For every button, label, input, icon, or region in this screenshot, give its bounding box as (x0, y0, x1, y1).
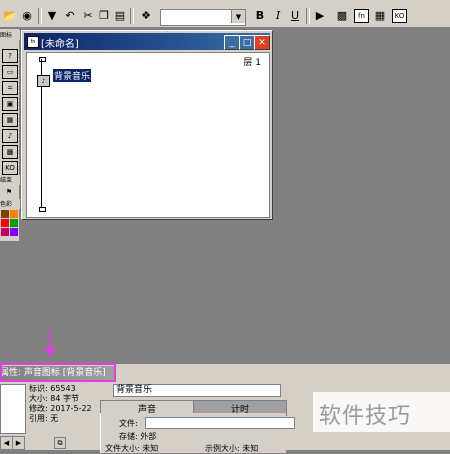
undo-icon[interactable]: ↶ (62, 7, 78, 23)
paste-icon[interactable]: ▤ (112, 7, 128, 23)
storage-label: 存储: 外部 (119, 432, 157, 441)
icon-modified: 修改: 2017-5-22 (29, 404, 92, 413)
palette-header: 图标 (0, 30, 20, 40)
icon-info: 标识: 65543 大小: 84 字节 修改: 2017-5-22 引用: 无 (29, 384, 99, 424)
flowline-end (39, 207, 46, 212)
movie-icon[interactable]: ▦ (2, 113, 18, 127)
color-label: 色彩 (0, 199, 20, 209)
annotation-highlight-box (0, 363, 116, 382)
file-size-label: 文件大小: 未知 (105, 444, 159, 453)
font-select[interactable]: ▼ (160, 9, 246, 26)
run-icon[interactable]: ▶ (312, 7, 328, 23)
decision-icon[interactable]: ? (2, 49, 18, 63)
flag-icon[interactable]: ⚑ (2, 186, 16, 198)
layer-label: 层 1 (243, 58, 261, 68)
knowledge-icon[interactable]: KO (392, 9, 407, 23)
close-icon[interactable]: ✕ (254, 35, 270, 50)
icon-id: 标识: 65543 (29, 384, 76, 393)
toolbar-separator (130, 8, 134, 24)
variables-icon[interactable]: ▦ (372, 7, 388, 23)
flowline-canvas[interactable]: 层 1 ♪ 背景音乐 (26, 52, 270, 218)
bold-button[interactable]: B (252, 7, 268, 23)
toolbar-separator (306, 8, 310, 24)
icon-palette: 图标 ? ▭ = ▣ ▦ ♪ ▩ KO 结束 ⚑ 色彩 (0, 29, 20, 241)
find-icon[interactable]: ❖ (138, 7, 154, 23)
functions-icon[interactable]: fn (354, 9, 369, 23)
interaction-icon[interactable]: ▭ (2, 65, 18, 79)
color-swatch[interactable] (1, 210, 9, 218)
end-label: 结束 (0, 175, 20, 185)
scroll-right-icon[interactable]: ▶ (12, 436, 25, 450)
sound-tool-icon[interactable]: ♪ (2, 129, 18, 143)
calculation-icon[interactable]: = (2, 81, 18, 95)
sample-size-label: 示例大小: 未知 (205, 444, 259, 453)
color-swatch[interactable] (1, 228, 9, 236)
minimize-icon[interactable]: _ (224, 35, 240, 50)
flowline-window: fn [未命名] _ □ ✕ 层 1 ♪ 背景音乐 (21, 30, 273, 220)
watermark-text: 软件技巧 (319, 404, 412, 429)
video-icon[interactable]: ▩ (2, 145, 18, 159)
import-icon[interactable]: ▼ (44, 7, 60, 23)
control-panel-icon[interactable]: ▩ (334, 7, 350, 23)
copy-icon[interactable]: ❐ (96, 7, 112, 23)
window-titlebar[interactable]: fn [未命名] _ □ ✕ (24, 33, 270, 50)
underline-button[interactable]: U (287, 7, 303, 23)
cut-icon[interactable]: ✂ (80, 7, 96, 23)
knowledge-object-icon[interactable]: KO (2, 161, 18, 175)
window-title: [未命名] (41, 39, 79, 50)
toolbar-separator (38, 8, 42, 24)
watermark: 软件技巧 (313, 392, 450, 432)
sound-icon-label[interactable]: 背景音乐 (53, 69, 92, 82)
save-icon[interactable]: ◉ (19, 7, 35, 23)
italic-button[interactable]: I (270, 7, 286, 23)
window-icon: fn (27, 36, 39, 48)
sound-icon[interactable]: ♪ (37, 75, 50, 87)
icon-size: 大小: 84 字节 (29, 394, 79, 403)
chevron-down-icon[interactable]: ▼ (231, 10, 245, 23)
open-icon[interactable]: 📂 (2, 7, 18, 23)
icon-reference: 引用: 无 (29, 414, 59, 423)
map-icon[interactable]: ▣ (2, 97, 18, 111)
icon-name-field[interactable]: 背景音乐 (113, 384, 281, 397)
color-swatch[interactable] (10, 219, 18, 227)
preview-scroll: ◀ ▶ (0, 436, 25, 450)
toolbar: 📂 ◉ ▼ ↶ ✂ ❐ ▤ ❖ ▼ B I U ▶ ▩ fn ▦ KO (0, 4, 450, 28)
icon-preview (0, 384, 26, 434)
maximize-icon[interactable]: □ (239, 35, 255, 50)
file-label: 文件: (119, 419, 138, 428)
open-button[interactable]: ⧉ (54, 437, 66, 449)
color-swatch[interactable] (10, 228, 18, 236)
annotation-arrow-head (44, 348, 56, 357)
file-field[interactable] (145, 417, 295, 429)
color-swatch[interactable] (1, 219, 9, 227)
properties-tabs: 声音 计时 (100, 400, 287, 416)
color-swatch[interactable] (10, 210, 18, 218)
